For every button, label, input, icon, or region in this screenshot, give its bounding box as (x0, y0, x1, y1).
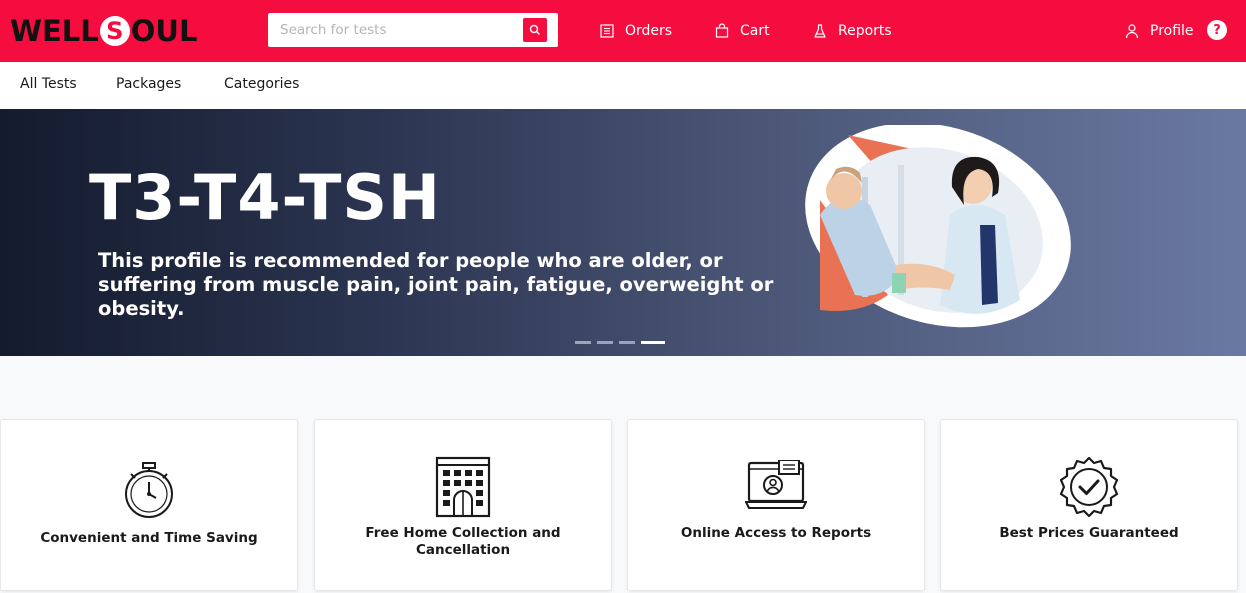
badge-check-icon (1059, 456, 1119, 518)
nav-orders-label: Orders (625, 23, 673, 39)
banner-title: T3-T4-TSH (89, 161, 441, 234)
banner-subtitle: This profile is recommended for people w… (98, 249, 798, 321)
feature-label: Convenient and Time Saving (40, 530, 258, 546)
feature-card-convenient: Convenient and Time Saving (0, 419, 298, 591)
carousel-dot[interactable] (619, 341, 635, 344)
feature-label: Best Prices Guaranteed (999, 525, 1179, 541)
logo-text-right: OUL (130, 14, 198, 48)
category-nav: All Tests Packages Categories (0, 62, 1246, 109)
banner-subtitle-line: This profile is recommended for people w… (98, 249, 723, 272)
feature-card-online-reports: Online Access to Reports (627, 419, 925, 591)
nav-reports[interactable]: Reports (812, 20, 892, 42)
orders-icon (600, 24, 614, 38)
nav-cart-label: Cart (740, 23, 770, 39)
tab-all-tests[interactable]: All Tests (20, 76, 77, 92)
tab-packages[interactable]: Packages (116, 76, 181, 92)
search-icon (529, 24, 540, 35)
carousel-indicators (575, 341, 665, 344)
hero-banner[interactable]: T3-T4-TSH This profile is recommended fo… (0, 109, 1246, 356)
logo-s-mark: S (99, 16, 130, 46)
nav-cart[interactable]: Cart (714, 20, 770, 42)
carousel-dot[interactable] (597, 341, 613, 344)
search-input[interactable] (268, 13, 518, 47)
feature-card-home-collection: Free Home Collection and Cancellation (314, 419, 612, 591)
nav-orders[interactable]: Orders (599, 20, 672, 42)
nav-profile-label: Profile (1150, 23, 1194, 39)
feature-label-line: Free Home Collection and (365, 525, 561, 541)
online-report-icon (745, 460, 807, 509)
flask-icon (814, 24, 826, 38)
user-icon (1125, 24, 1139, 39)
search-box (268, 13, 558, 47)
building-icon (435, 456, 491, 518)
banner-illustration (805, 125, 1071, 328)
feature-label-line: Cancellation (415, 542, 511, 558)
help-icon[interactable]: ? (1207, 20, 1227, 40)
feature-card-best-prices: Best Prices Guaranteed (940, 419, 1238, 591)
feature-label: Online Access to Reports (680, 525, 872, 541)
nav-profile[interactable]: Profile (1124, 20, 1194, 42)
carousel-dot[interactable] (575, 341, 591, 344)
top-header: WELL S OUL Orders Cart (0, 0, 1246, 62)
search-button[interactable] (523, 18, 547, 42)
wellsoul-logo[interactable]: WELL S OUL (10, 14, 197, 48)
logo-text-left: WELL (10, 14, 99, 48)
tab-categories[interactable]: Categories (224, 76, 299, 92)
stopwatch-icon (125, 462, 173, 518)
shopping-bag-icon (715, 23, 729, 38)
carousel-dot-active[interactable] (641, 341, 665, 344)
feature-label: Free Home Collection and Cancellation (325, 525, 601, 559)
banner-subtitle-line: suffering from muscle pain, joint pain, … (98, 273, 774, 320)
nav-reports-label: Reports (838, 23, 892, 39)
